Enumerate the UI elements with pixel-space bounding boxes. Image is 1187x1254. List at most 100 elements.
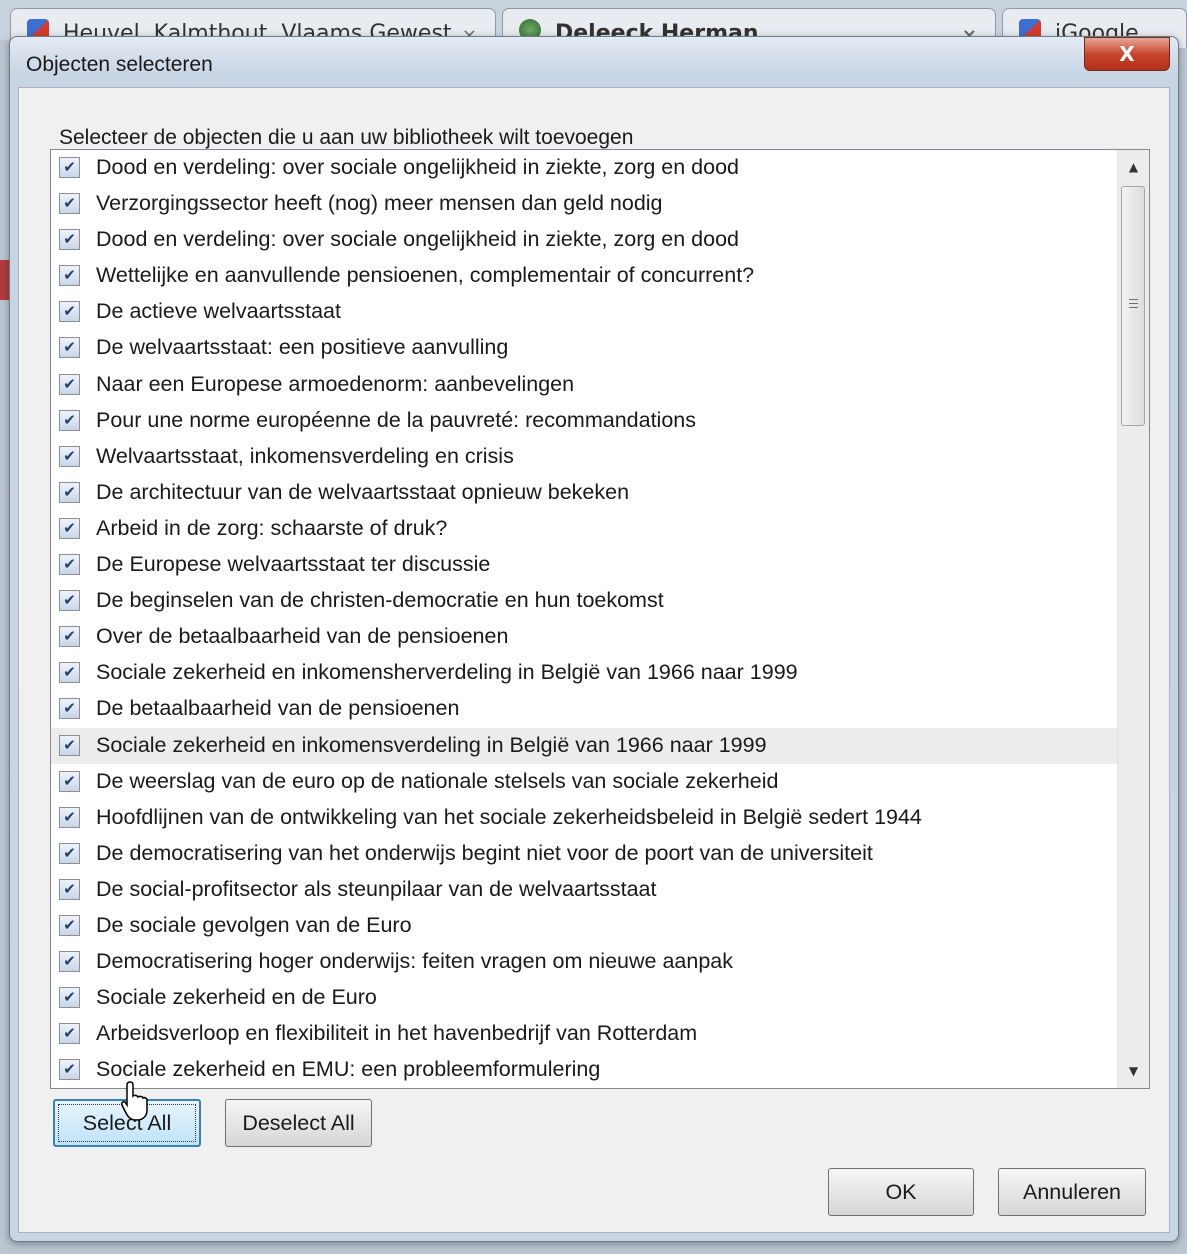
item-checkbox[interactable]: ✔ [59, 229, 80, 251]
list-item[interactable]: ✔ Over de betaalbaarheid van de pensioene… [51, 619, 1117, 655]
list-item[interactable]: ✔ Sociale zekerheid en EMU: een probleemf… [51, 1052, 1117, 1088]
list-item[interactable]: ✔ De actieve welvaartsstaat [51, 294, 1117, 330]
item-checkbox[interactable]: ✔ [59, 337, 80, 359]
item-checkbox[interactable]: ✔ [59, 842, 80, 864]
list-item[interactable]: ✔ Verzorgingssector heeft (nog) meer mens… [51, 186, 1117, 222]
list-item-label: Wettelijke en aanvullende pensioenen, co… [96, 263, 755, 288]
scroll-down-button[interactable]: ▼ [1118, 1054, 1149, 1088]
scrollbar-thumb[interactable] [1121, 186, 1145, 426]
list-item-label: Arbeidsverloop en flexibiliteit in het h… [96, 1021, 698, 1046]
list-item[interactable]: ✔ Welvaartsstaat, inkomensverdeling en cr… [51, 439, 1117, 475]
item-checkbox[interactable]: ✔ [59, 878, 80, 900]
check-icon: ✔ [63, 159, 76, 176]
scrollbar-grip-icon [1129, 299, 1138, 311]
list-item[interactable]: ✔ Sociale zekerheid en inkomensherverdeli… [51, 655, 1117, 691]
list-item-label: De social-profitsector als steunpilaar v… [96, 876, 657, 901]
list-item[interactable]: ✔ Hoofdlijnen van de ontwikkeling van het… [51, 800, 1117, 836]
list-item-label: Naar een Europese armoedenorm: aanbeveli… [96, 371, 575, 396]
list-item[interactable]: ✔ Sociale zekerheid en de Euro [51, 980, 1117, 1016]
check-icon: ✔ [63, 880, 76, 898]
list-item[interactable]: ✔ Democratisering hoger onderwijs: feiten… [51, 944, 1117, 980]
item-checkbox[interactable]: ✔ [59, 157, 80, 178]
item-checkbox[interactable]: ✔ [59, 1023, 80, 1045]
scroll-down-arrow-icon: ▼ [1128, 1064, 1139, 1078]
item-checkbox[interactable]: ✔ [59, 301, 80, 323]
list-item-label: Arbeid in de zorg: schaarste of druk? [96, 515, 448, 540]
list-item-label: De sociale gevolgen van de Euro [96, 912, 412, 937]
item-checkbox[interactable]: ✔ [59, 373, 80, 395]
list-item-label: Democratisering hoger onderwijs: feiten … [96, 949, 733, 974]
list-item-label: Sociale zekerheid en inkomensherverdelin… [96, 660, 798, 685]
check-icon: ✔ [63, 195, 76, 213]
item-checkbox[interactable]: ✔ [59, 770, 80, 792]
check-icon: ✔ [63, 1061, 76, 1079]
item-checkbox[interactable]: ✔ [59, 517, 80, 539]
item-checkbox[interactable]: ✔ [59, 698, 80, 720]
list-item-label: De weerslag van de euro op de nationale … [96, 768, 779, 793]
dialog-prompt: Selecteer de objecten die u aan uw bibli… [59, 126, 634, 149]
item-checkbox[interactable]: ✔ [59, 662, 80, 684]
check-icon: ✔ [63, 375, 76, 393]
item-checkbox[interactable]: ✔ [59, 445, 80, 467]
objects-listbox[interactable]: ✔ Dood en verdeling: over sociale ongelij… [50, 149, 1150, 1089]
item-checkbox[interactable]: ✔ [59, 481, 80, 503]
list-item[interactable]: ✔ Naar een Europese armoedenorm: aanbevel… [51, 367, 1117, 403]
check-icon: ✔ [63, 231, 76, 249]
check-icon: ✔ [63, 447, 76, 465]
list-item-label: Over de betaalbaarheid van de pensioenen [96, 624, 509, 649]
list-item[interactable]: ✔ Dood en verdeling: over sociale ongelij… [51, 150, 1117, 186]
cancel-button[interactable]: Annuleren [998, 1168, 1146, 1216]
list-item-label: Sociale zekerheid en inkomensverdeling i… [96, 732, 767, 757]
scroll-up-arrow-icon: ▲ [1128, 160, 1139, 174]
item-checkbox[interactable]: ✔ [59, 914, 80, 936]
check-icon: ✔ [63, 483, 76, 501]
list-item[interactable]: ✔ De welvaartsstaat: een positieve aanvul… [51, 330, 1117, 366]
item-checkbox[interactable]: ✔ [59, 734, 80, 756]
item-checkbox[interactable]: ✔ [59, 951, 80, 973]
item-checkbox[interactable]: ✔ [59, 987, 80, 1009]
list-item[interactable]: ✔ Pour une norme européenne de la pauvret… [51, 403, 1117, 439]
list-item[interactable]: ✔ De beginselen van de christen-democrati… [51, 583, 1117, 619]
list-item[interactable]: ✔ De Europese welvaartsstaat ter discussi… [51, 547, 1117, 583]
item-checkbox[interactable]: ✔ [59, 554, 80, 576]
list-item[interactable]: ✔ Arbeidsverloop en flexibiliteit in het … [51, 1016, 1117, 1052]
item-checkbox[interactable]: ✔ [59, 1059, 80, 1081]
list-item[interactable]: ✔ Sociale zekerheid en inkomensverdeling … [51, 727, 1117, 764]
check-icon: ✔ [63, 664, 76, 682]
list-item[interactable]: ✔ De sociale gevolgen van de Euro [51, 908, 1117, 944]
check-icon: ✔ [63, 303, 76, 321]
check-icon: ✔ [63, 339, 76, 357]
list-item[interactable]: ✔ De weerslag van de euro op de nationale… [51, 764, 1117, 800]
item-checkbox[interactable]: ✔ [59, 193, 80, 215]
list-item-label: De welvaartsstaat: een positieve aanvull… [96, 335, 509, 360]
list-item[interactable]: ✔ Dood en verdeling: over sociale ongelij… [51, 222, 1117, 258]
item-checkbox[interactable]: ✔ [59, 409, 80, 431]
item-checkbox[interactable]: ✔ [59, 265, 80, 287]
list-item[interactable]: ✔ De social-profitsector als steunpilaar … [51, 872, 1117, 908]
scroll-up-button[interactable]: ▲ [1118, 150, 1149, 184]
deselect-all-button[interactable]: Deselect All [225, 1099, 372, 1147]
check-icon: ✔ [63, 1025, 76, 1043]
list-item[interactable]: ✔ De architectuur van de welvaartsstaat o… [51, 475, 1117, 511]
ok-button[interactable]: OK [828, 1168, 974, 1216]
item-checkbox[interactable]: ✔ [59, 590, 80, 612]
list-item-label: Welvaartsstaat, inkomensverdeling en cri… [96, 443, 514, 468]
list-item-label: Dood en verdeling: over sociale ongelijk… [96, 155, 740, 179]
list-item-label: Sociale zekerheid en EMU: een probleemfo… [96, 1057, 601, 1082]
list-item-label: De beginselen van de christen-democratie… [96, 588, 664, 613]
select-objects-dialog: Objecten selecteren X Selecteer de objec… [9, 36, 1179, 1242]
list-item[interactable]: ✔ De democratisering van het onderwijs be… [51, 836, 1117, 872]
item-checkbox[interactable]: ✔ [59, 626, 80, 648]
close-button[interactable]: X [1084, 37, 1170, 71]
objects-list: ✔ Dood en verdeling: over sociale ongelij… [51, 150, 1117, 1088]
vertical-scrollbar[interactable]: ▲ ▼ [1117, 150, 1149, 1088]
list-item[interactable]: ✔ Arbeid in de zorg: schaarste of druk? [51, 511, 1117, 547]
check-icon: ✔ [63, 808, 76, 826]
list-item-label: Sociale zekerheid en de Euro [96, 985, 377, 1010]
list-item-label: De actieve welvaartsstaat [96, 299, 341, 324]
check-icon: ✔ [63, 989, 76, 1007]
item-checkbox[interactable]: ✔ [59, 806, 80, 828]
list-item[interactable]: ✔ De betaalbaarheid van de pensioenen [51, 691, 1117, 727]
list-item[interactable]: ✔ Wettelijke en aanvullende pensioenen, c… [51, 258, 1117, 294]
list-item-label: Hoofdlijnen van de ontwikkeling van het … [96, 804, 922, 829]
